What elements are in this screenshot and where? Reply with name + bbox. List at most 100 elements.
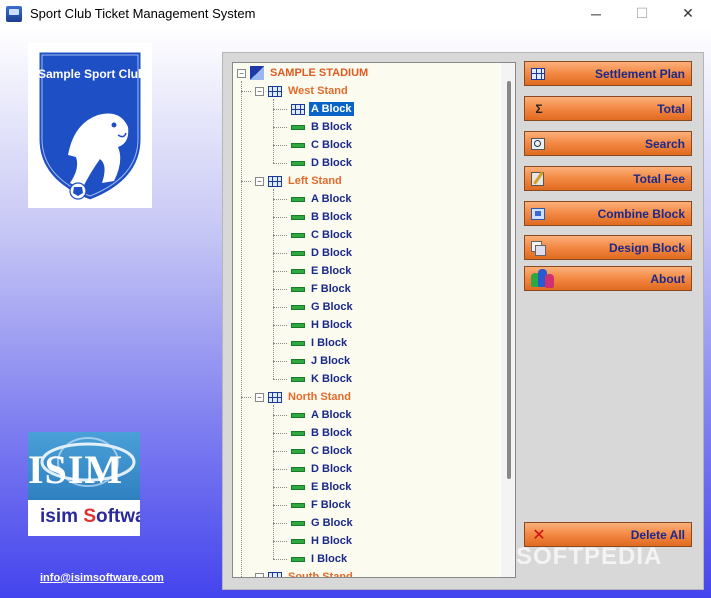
tree-block-1-2[interactable]: C Block — [291, 227, 354, 243]
tree-root-stadium[interactable]: − SAMPLE STADIUM — [237, 65, 370, 81]
tree-connector — [273, 189, 274, 379]
isim-software-rest: oftware — [96, 506, 140, 527]
block-icon — [291, 214, 305, 220]
tree-block-0-1[interactable]: B Block — [291, 119, 354, 135]
tree-root-stadium-label: SAMPLE STADIUM — [270, 67, 369, 79]
tree-stand-2-label: North Stand — [288, 391, 351, 403]
tree-block-0-0[interactable]: A Block — [291, 101, 354, 117]
tree-block-2-3-label: D Block — [311, 463, 352, 475]
collapse-toggle-icon[interactable]: − — [255, 392, 264, 402]
block-icon — [291, 124, 305, 130]
total-label: Total — [657, 101, 685, 116]
tree-connector — [273, 361, 287, 362]
tree-connector — [273, 541, 287, 542]
tree-connector — [273, 433, 287, 434]
tree-block-1-8[interactable]: I Block — [291, 335, 349, 351]
tree-stand-2[interactable]: − North Stand — [255, 389, 353, 405]
tree-block-1-4-label: E Block — [311, 265, 352, 277]
tree-block-1-4[interactable]: E Block — [291, 263, 353, 279]
edit-note-icon — [531, 171, 544, 186]
tree-connector — [273, 469, 287, 470]
close-button[interactable]: ✕ — [665, 0, 711, 27]
settlement-plan-button[interactable]: Settlement Plan — [524, 61, 692, 86]
stadium-tree[interactable]: − SAMPLE STADIUM − West Stand A Block B Block… — [232, 62, 516, 578]
tree-connector — [273, 559, 287, 560]
tree-block-1-5[interactable]: F Block — [291, 281, 353, 297]
title-bar: Sport Club Ticket Management System ─ ☐ … — [0, 0, 711, 27]
total-button[interactable]: Σ Total — [524, 96, 692, 121]
tree-connector — [273, 379, 287, 380]
tree-block-2-0[interactable]: A Block — [291, 407, 354, 423]
block-icon — [291, 268, 305, 274]
design-block-button[interactable]: Design Block — [524, 235, 692, 260]
block-icon — [291, 358, 305, 364]
tree-connector — [273, 199, 287, 200]
tree-block-1-0[interactable]: A Block — [291, 191, 354, 207]
total-fee-button[interactable]: Total Fee — [524, 166, 692, 191]
collapse-toggle-icon[interactable]: − — [255, 572, 264, 577]
tree-block-2-5[interactable]: F Block — [291, 497, 353, 513]
tree-connector — [273, 487, 287, 488]
tree-scrollbar-thumb[interactable] — [507, 81, 511, 479]
tree-block-2-1[interactable]: B Block — [291, 425, 354, 441]
tree-block-2-7-label: H Block — [311, 535, 352, 547]
tree-block-2-2-label: C Block — [311, 445, 352, 457]
tree-block-1-7[interactable]: H Block — [291, 317, 354, 333]
tree-block-1-10[interactable]: K Block — [291, 371, 354, 387]
email-link[interactable]: info@isimsoftware.com — [40, 572, 164, 584]
tree-block-2-8[interactable]: I Block — [291, 551, 349, 567]
search-button[interactable]: Search — [524, 131, 692, 156]
collapse-toggle-icon[interactable]: − — [237, 68, 246, 78]
tree-block-1-6[interactable]: G Block — [291, 299, 355, 315]
grid-icon — [268, 571, 282, 577]
tree-block-1-9[interactable]: J Block — [291, 353, 352, 369]
tree-stand-3[interactable]: − South Stand — [255, 569, 355, 578]
tree-connector — [273, 289, 287, 290]
block-icon — [291, 466, 305, 472]
block-icon — [291, 196, 305, 202]
tree-stand-1[interactable]: − Left Stand — [255, 173, 344, 189]
tree-block-2-3[interactable]: D Block — [291, 461, 354, 477]
tree-block-2-2[interactable]: C Block — [291, 443, 354, 459]
tree-connector — [273, 127, 287, 128]
block-icon — [291, 142, 305, 148]
design-block-label: Design Block — [608, 240, 685, 255]
tree-block-1-8-label: I Block — [311, 337, 348, 349]
tree-block-0-3[interactable]: D Block — [291, 155, 354, 171]
tree-connector — [273, 109, 287, 110]
delete-all-label: Delete All — [630, 527, 685, 542]
tree-block-2-6[interactable]: G Block — [291, 515, 355, 531]
about-button[interactable]: About — [524, 266, 692, 291]
search-icon — [531, 137, 545, 150]
block-icon — [291, 502, 305, 508]
tree-stand-3-label: South Stand — [288, 571, 353, 578]
tree-scrollbar[interactable] — [501, 63, 515, 577]
block-icon — [291, 286, 305, 292]
tree-block-2-0-label: A Block — [311, 409, 352, 421]
isim-software-prefix: isim — [40, 506, 84, 527]
tree-connector — [273, 163, 287, 164]
tree-block-1-9-label: J Block — [311, 355, 351, 367]
tree-stand-0[interactable]: − West Stand — [255, 83, 350, 99]
block-icon — [291, 448, 305, 454]
tree-block-1-1[interactable]: B Block — [291, 209, 354, 225]
tree-block-2-4[interactable]: E Block — [291, 479, 353, 495]
collapse-toggle-icon[interactable]: − — [255, 86, 264, 96]
isim-logo-text: ISIM — [28, 447, 124, 492]
combine-icon — [531, 207, 545, 220]
tree-connector — [273, 217, 287, 218]
minimize-button[interactable]: ─ — [573, 0, 619, 27]
tree-block-0-2[interactable]: C Block — [291, 137, 354, 153]
combine-block-button[interactable]: Combine Block — [524, 201, 692, 226]
tree-block-1-1-label: B Block — [311, 211, 352, 223]
tree-block-2-7[interactable]: H Block — [291, 533, 354, 549]
collapse-toggle-icon[interactable]: − — [255, 176, 264, 186]
app-icon[interactable] — [6, 5, 22, 22]
tree-connector — [241, 81, 242, 577]
stadium-icon — [250, 66, 264, 80]
tree-block-2-1-label: B Block — [311, 427, 352, 439]
block-icon — [291, 520, 305, 526]
maximize-button[interactable]: ☐ — [619, 0, 665, 27]
tree-block-1-3[interactable]: D Block — [291, 245, 354, 261]
club-logo: Sample Sport Club — [28, 43, 152, 208]
